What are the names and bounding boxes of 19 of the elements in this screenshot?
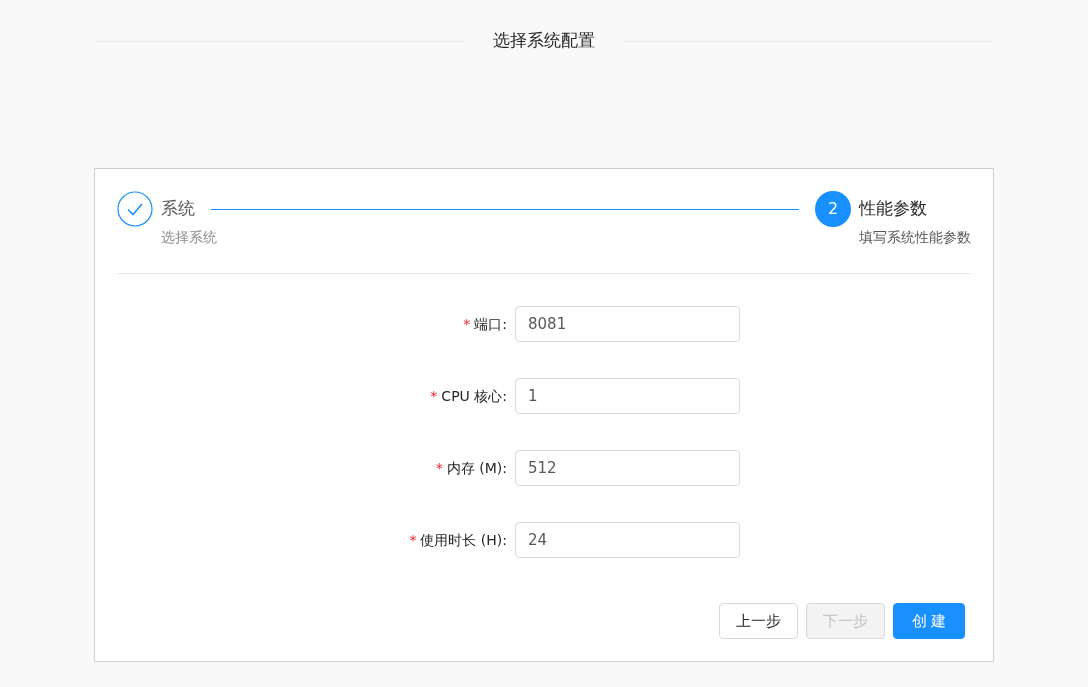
step-description: 填写系统性能参数 xyxy=(859,228,971,247)
required-mark: * xyxy=(430,387,438,406)
page-title: 选择系统配置 xyxy=(492,29,596,53)
input-field[interactable]: 24 xyxy=(515,522,740,558)
field-label: 内存 (M): xyxy=(446,459,507,478)
input-field[interactable]: 512 xyxy=(515,450,740,486)
field-label: 使用时长 (H): xyxy=(420,531,507,550)
required-mark: * xyxy=(409,531,417,550)
required-mark: * xyxy=(435,459,443,478)
field-label: CPU 核心: xyxy=(441,387,507,406)
step-button[interactable]: 上一步 xyxy=(719,603,798,639)
step-description: 选择系统 xyxy=(161,228,218,247)
field-label: 端口: xyxy=(474,315,507,334)
step-number: 2 xyxy=(815,191,851,227)
input-field[interactable]: 8081 xyxy=(515,306,740,342)
input-field[interactable]: 1 xyxy=(515,378,740,414)
step-title: 系统 xyxy=(161,197,195,221)
step-title: 性能参数 xyxy=(859,197,927,221)
required-mark: * xyxy=(463,315,471,334)
